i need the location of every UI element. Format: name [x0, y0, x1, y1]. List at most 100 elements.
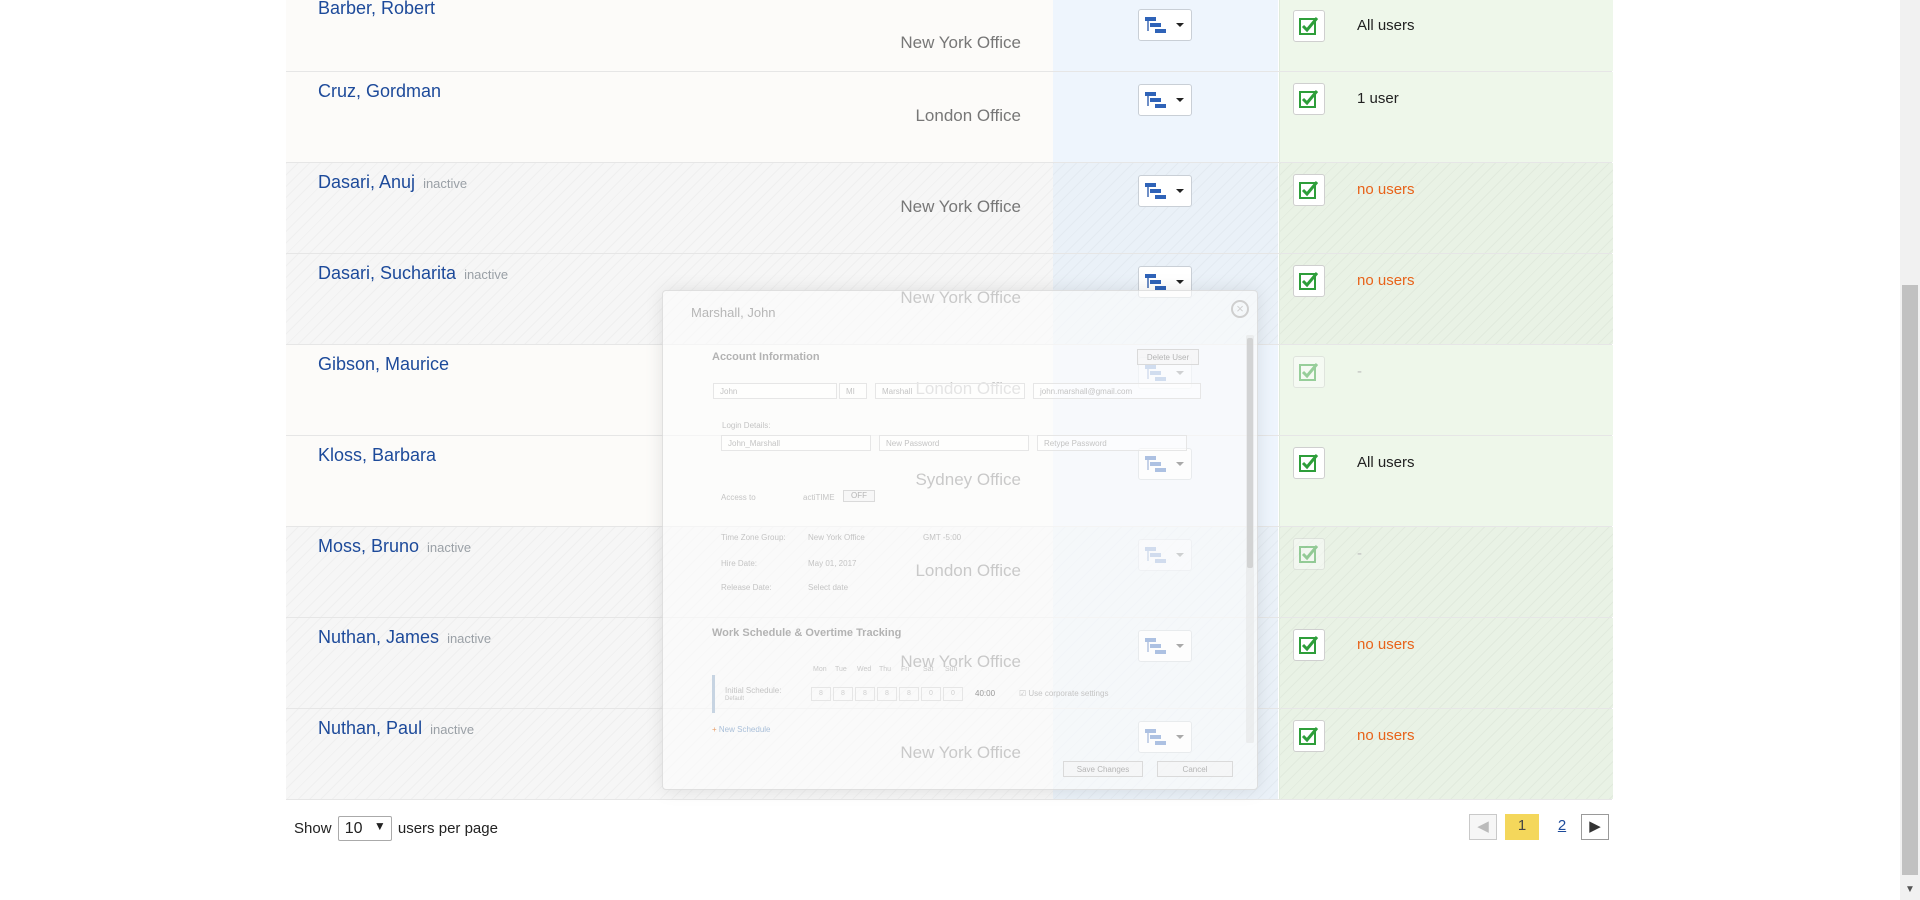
user-name-text[interactable]: Barber, Robert: [318, 0, 435, 18]
hours-input[interactable]: 8: [899, 687, 919, 701]
hours-input[interactable]: 8: [877, 687, 897, 701]
initial-schedule-label: Initial Schedule:: [725, 686, 782, 695]
edit-user-dialog[interactable]: Marshall, John × Account Information Del…: [662, 290, 1258, 790]
user-name-text[interactable]: Cruz, Gordman: [318, 81, 441, 101]
new-schedule-link[interactable]: + New Schedule: [712, 725, 771, 734]
hierarchy-dropdown-button[interactable]: [1138, 9, 1192, 41]
user-name-link[interactable]: Moss, Bruno inactive: [318, 536, 471, 557]
next-page-button[interactable]: ▶: [1581, 814, 1609, 840]
user-status: inactive: [447, 631, 492, 646]
access-summary[interactable]: -: [1357, 363, 1362, 380]
last-name-field[interactable]: Marshall: [875, 383, 1025, 399]
hierarchy-dropdown-button[interactable]: [1138, 175, 1192, 207]
permissions-checkbox[interactable]: [1293, 447, 1325, 479]
check-icon: [1299, 272, 1319, 290]
middle-initial-field[interactable]: MI: [839, 383, 867, 399]
user-name-link[interactable]: Dasari, Anuj inactive: [318, 172, 467, 193]
office-label: New York Office: [900, 197, 1021, 216]
user-name-text[interactable]: Nuthan, James: [318, 627, 439, 647]
page-scroll-thumb[interactable]: [1902, 285, 1918, 875]
hierarchy-dropdown-button[interactable]: [1138, 84, 1192, 116]
weekday-label: Mon: [813, 666, 827, 673]
user-name-text[interactable]: Dasari, Anuj: [318, 172, 415, 192]
scroll-down-icon[interactable]: ▼: [1900, 880, 1920, 900]
user-name-link[interactable]: Nuthan, James inactive: [318, 627, 491, 648]
access-cell: [1279, 254, 1613, 344]
dialog-scrollbar[interactable]: [1246, 335, 1254, 743]
save-changes-button[interactable]: Save Changes: [1063, 761, 1143, 777]
check-icon: [1299, 636, 1319, 654]
hire-date-field[interactable]: May 01, 2017: [808, 559, 856, 568]
page-2-link[interactable]: 2: [1549, 814, 1575, 840]
user-row: Cruz, Gordman London Office 1 user: [286, 72, 1613, 163]
close-icon[interactable]: ×: [1231, 300, 1249, 318]
access-cell: [1279, 618, 1613, 708]
check-icon: [1299, 181, 1319, 199]
user-name-link[interactable]: Kloss, Barbara: [318, 445, 436, 466]
delete-user-button[interactable]: Delete User: [1137, 349, 1199, 365]
tz-select[interactable]: New York Office: [808, 533, 865, 542]
user-name-text[interactable]: Kloss, Barbara: [318, 445, 436, 465]
users-page: Barber, Robert New York Office All users…: [0, 0, 1920, 900]
cancel-button[interactable]: Cancel: [1157, 761, 1233, 777]
user-name-link[interactable]: Barber, Robert: [318, 0, 435, 19]
corporate-settings-checkbox[interactable]: ☑ Use corporate settings: [1019, 689, 1108, 698]
new-schedule-label[interactable]: New Schedule: [719, 725, 771, 734]
permissions-checkbox[interactable]: [1293, 538, 1325, 570]
access-summary[interactable]: no users: [1357, 181, 1415, 198]
access-cell: [1279, 345, 1613, 435]
chevron-down-icon: [1176, 189, 1184, 193]
check-icon: [1299, 363, 1319, 381]
permissions-checkbox[interactable]: [1293, 265, 1325, 297]
access-summary[interactable]: All users: [1357, 17, 1415, 34]
weekday-label: Fri: [901, 666, 910, 673]
hours-input[interactable]: 0: [943, 687, 963, 701]
permissions-checkbox[interactable]: [1293, 720, 1325, 752]
access-cell: [1279, 72, 1613, 162]
weekday-label: Wed: [857, 666, 872, 673]
app-name: actiTIME: [803, 493, 835, 502]
access-summary[interactable]: -: [1357, 545, 1362, 562]
user-name-link[interactable]: Cruz, Gordman: [318, 81, 441, 102]
new-password-field[interactable]: New Password: [879, 435, 1029, 451]
permissions-checkbox[interactable]: [1293, 629, 1325, 661]
user-name-text[interactable]: Nuthan, Paul: [318, 718, 422, 738]
dialog-scroll-thumb[interactable]: [1247, 338, 1253, 568]
user-name-text[interactable]: Moss, Bruno: [318, 536, 419, 556]
access-summary[interactable]: no users: [1357, 727, 1415, 744]
permissions-checkbox[interactable]: [1293, 10, 1325, 42]
hours-input[interactable]: 0: [921, 687, 941, 701]
per-page-select[interactable]: 10 ▼: [337, 816, 392, 841]
release-date-field[interactable]: Select date: [808, 583, 848, 592]
permissions-checkbox[interactable]: [1293, 356, 1325, 388]
user-name-link[interactable]: Dasari, Sucharita inactive: [318, 263, 508, 284]
hierarchy-icon: [1145, 183, 1166, 199]
page-scrollbar[interactable]: ▼: [1900, 0, 1920, 900]
name-cell: Dasari, Anuj inactive New York Office: [286, 163, 1053, 253]
access-summary[interactable]: no users: [1357, 272, 1415, 289]
user-name-text[interactable]: Dasari, Sucharita: [318, 263, 456, 283]
prev-page-button[interactable]: ◀: [1469, 814, 1497, 840]
access-summary[interactable]: All users: [1357, 454, 1415, 471]
check-icon: [1299, 545, 1319, 563]
first-name-field[interactable]: John: [713, 383, 837, 399]
access-label: Access to: [721, 493, 756, 502]
permissions-checkbox[interactable]: [1293, 174, 1325, 206]
username-field[interactable]: John_Marshall: [721, 435, 871, 451]
user-row: Barber, Robert New York Office All users: [286, 0, 1613, 72]
email-field[interactable]: john.marshall@gmail.com: [1033, 383, 1201, 399]
hours-input[interactable]: 8: [811, 687, 831, 701]
plus-icon: +: [712, 725, 717, 734]
access-toggle[interactable]: OFF: [843, 490, 875, 502]
user-name-text[interactable]: Gibson, Maurice: [318, 354, 449, 374]
initial-schedule-sub: Default: [725, 696, 745, 702]
office-label: London Office: [915, 106, 1021, 125]
access-summary[interactable]: 1 user: [1357, 90, 1399, 107]
hours-input[interactable]: 8: [833, 687, 853, 701]
user-name-link[interactable]: Gibson, Maurice: [318, 354, 449, 375]
access-summary[interactable]: no users: [1357, 636, 1415, 653]
user-name-link[interactable]: Nuthan, Paul inactive: [318, 718, 474, 739]
permissions-checkbox[interactable]: [1293, 83, 1325, 115]
hours-input[interactable]: 8: [855, 687, 875, 701]
retype-password-field[interactable]: Retype Password: [1037, 435, 1187, 451]
